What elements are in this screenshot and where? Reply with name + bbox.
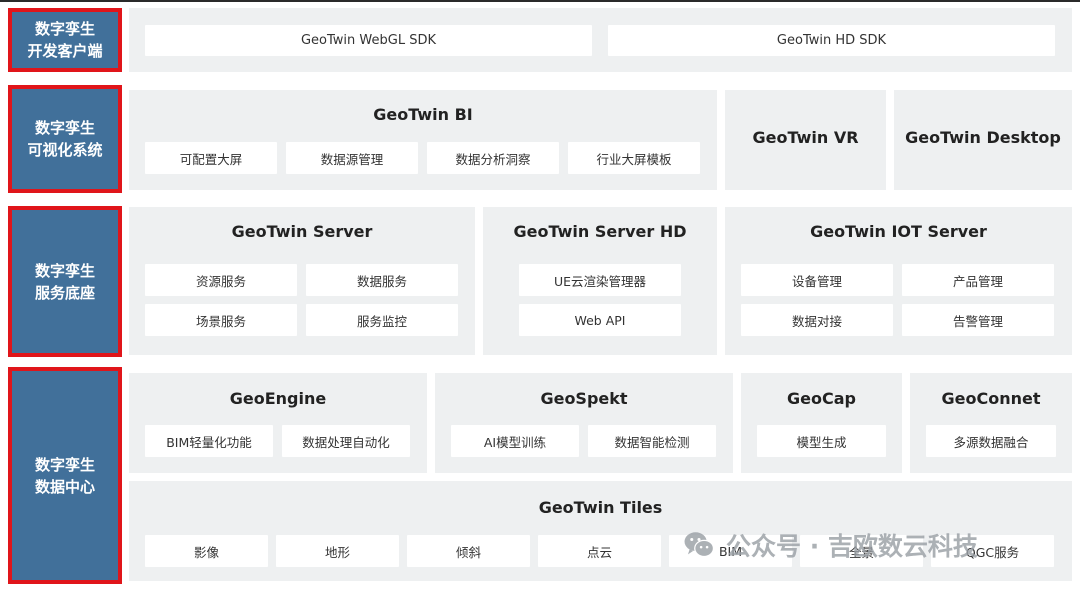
- server-hd-panel: GeoTwin Server HD UE云渲染管理器 Web API: [483, 207, 717, 355]
- bi-panel: GeoTwin BI 可配置大屏 数据源管理 数据分析洞察 行业大屏模板: [129, 90, 717, 190]
- layer-label-services: 数字孪生 服务底座: [8, 206, 122, 357]
- client-sdk-panel: GeoTwin WebGL SDK GeoTwin HD SDK: [129, 8, 1072, 72]
- iot-item: 告警管理: [902, 304, 1054, 336]
- geocap-panel: GeoCap 模型生成: [741, 373, 902, 473]
- layer-label-client: 数字孪生 开发客户端: [8, 8, 122, 72]
- tiles-item: BIM: [669, 535, 792, 567]
- webgl-sdk-box: GeoTwin WebGL SDK: [145, 25, 592, 56]
- vr-title: GeoTwin VR: [752, 128, 859, 147]
- geocap-item: 模型生成: [757, 425, 886, 457]
- tiles-item: 点云: [538, 535, 661, 567]
- bi-item: 可配置大屏: [145, 142, 277, 174]
- geoengine-item: BIM轻量化功能: [145, 425, 273, 457]
- tiles-item: 全景: [800, 535, 923, 567]
- server-item: 数据服务: [306, 264, 458, 296]
- bi-item: 数据分析洞察: [427, 142, 559, 174]
- bi-title: GeoTwin BI: [373, 105, 473, 124]
- geoengine-item: 数据处理自动化: [282, 425, 410, 457]
- vr-panel: GeoTwin VR: [725, 90, 886, 190]
- server-item: 服务监控: [306, 304, 458, 336]
- geospekt-panel: GeoSpekt AI模型训练 数据智能检测: [435, 373, 733, 473]
- bi-item: 数据源管理: [286, 142, 418, 174]
- layer-label-data-center: 数字孪生 数据中心: [8, 367, 122, 584]
- desktop-panel: GeoTwin Desktop: [894, 90, 1072, 190]
- desktop-title: GeoTwin Desktop: [905, 128, 1061, 147]
- server-hd-item: Web API: [519, 304, 681, 336]
- server-hd-item: UE云渲染管理器: [519, 264, 681, 296]
- layer-label-visualization: 数字孪生 可视化系统: [8, 85, 122, 193]
- top-border: [0, 0, 1080, 2]
- iot-title: GeoTwin IOT Server: [810, 222, 987, 241]
- geoengine-panel: GeoEngine BIM轻量化功能 数据处理自动化: [129, 373, 427, 473]
- geoengine-title: GeoEngine: [229, 389, 327, 408]
- bi-item: 行业大屏模板: [568, 142, 700, 174]
- tiles-title: GeoTwin Tiles: [538, 498, 663, 517]
- iot-item: 产品管理: [902, 264, 1054, 296]
- iot-item: 设备管理: [741, 264, 893, 296]
- server-item: 场景服务: [145, 304, 297, 336]
- tiles-item: 倾斜: [407, 535, 530, 567]
- tiles-item: 地形: [276, 535, 399, 567]
- iot-panel: GeoTwin IOT Server 设备管理 产品管理 数据对接 告警管理: [725, 207, 1072, 355]
- geospekt-item: 数据智能检测: [588, 425, 716, 457]
- geoconnet-item: 多源数据融合: [926, 425, 1056, 457]
- geoconnet-panel: GeoConnet 多源数据融合: [910, 373, 1072, 473]
- tiles-item: 影像: [145, 535, 268, 567]
- geospekt-item: AI模型训练: [451, 425, 579, 457]
- server-hd-title: GeoTwin Server HD: [513, 222, 687, 241]
- iot-item: 数据对接: [741, 304, 893, 336]
- hd-sdk-box: GeoTwin HD SDK: [608, 25, 1055, 56]
- geoconnet-title: GeoConnet: [941, 389, 1041, 408]
- geocap-title: GeoCap: [787, 389, 856, 408]
- server-title: GeoTwin Server: [231, 222, 373, 241]
- server-panel: GeoTwin Server 资源服务 数据服务 场景服务 服务监控: [129, 207, 475, 355]
- server-item: 资源服务: [145, 264, 297, 296]
- geospekt-title: GeoSpekt: [540, 389, 628, 408]
- tiles-item: QGC服务: [931, 535, 1054, 567]
- tiles-panel: GeoTwin Tiles 影像 地形 倾斜 点云 BIM 全景 QGC服务: [129, 481, 1072, 581]
